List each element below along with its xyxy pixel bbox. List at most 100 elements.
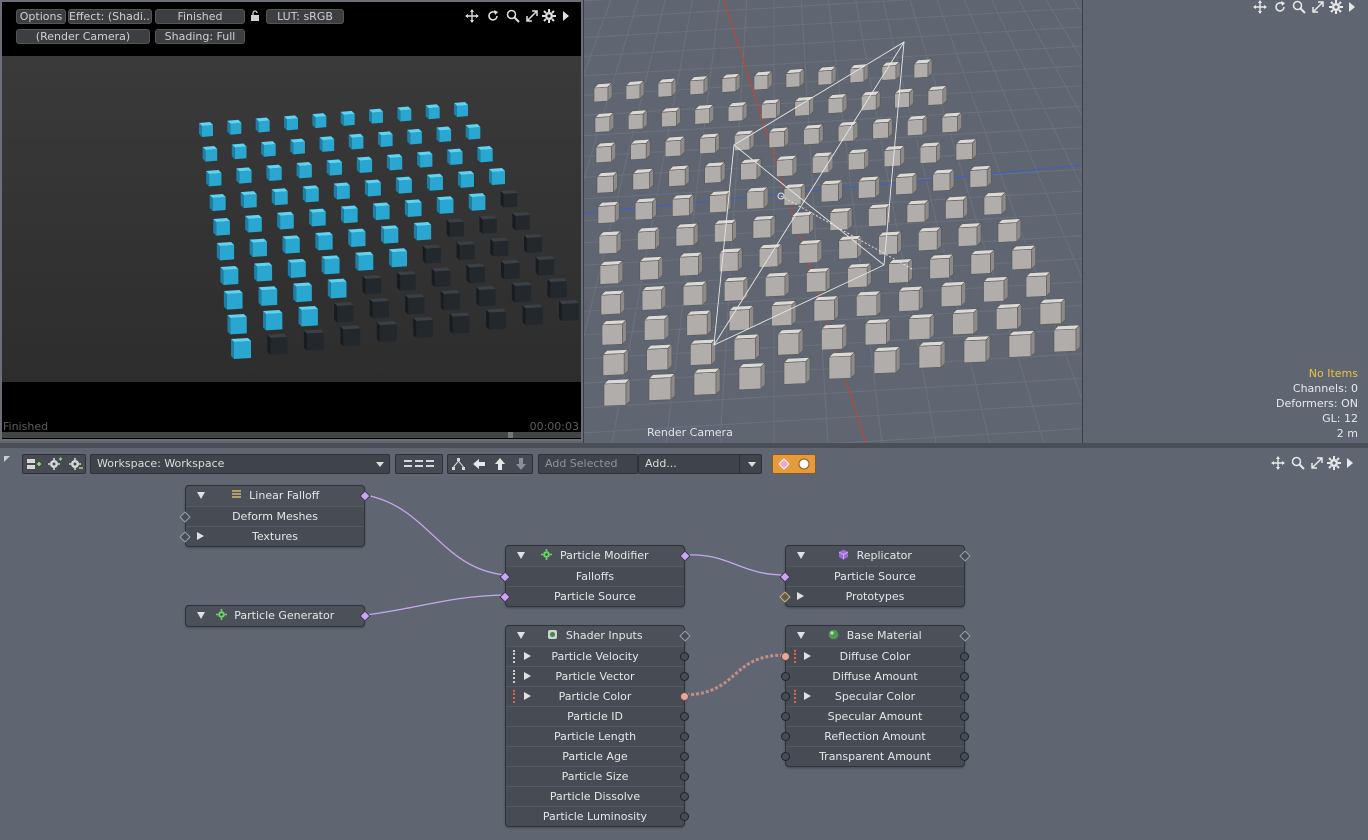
node-output-particle-color[interactable]: Particle Color — [506, 686, 689, 706]
node-input-prototypes[interactable]: Prototypes — [779, 586, 964, 606]
node-input-reflection-amount[interactable]: Reflection Amount — [781, 726, 969, 746]
shading-dropdown[interactable]: Shading: Full — [155, 29, 245, 44]
arrow-down-icon[interactable] — [512, 456, 530, 472]
play-arrow-icon[interactable] — [1345, 457, 1355, 469]
node-output-particle-luminosity[interactable]: Particle Luminosity — [506, 806, 689, 826]
color-channel-icon[interactable] — [794, 690, 796, 703]
output-port[interactable] — [960, 652, 969, 661]
output-port[interactable] — [960, 732, 969, 741]
maximize-icon[interactable] — [1311, 0, 1325, 14]
expand-icon[interactable] — [524, 692, 531, 700]
layout-grid-button[interactable] — [395, 454, 443, 474]
output-port[interactable] — [960, 712, 969, 721]
move-icon[interactable] — [465, 9, 479, 23]
node-particle-generator[interactable]: Particle Generator — [185, 605, 371, 627]
node-output-particle-length[interactable]: Particle Length — [506, 726, 689, 746]
collapse-icon[interactable] — [517, 632, 525, 639]
gear-icon[interactable] — [1329, 0, 1343, 14]
schematic-view[interactable]: Workspace: Workspace Add Selected Add...… — [0, 448, 1368, 840]
node-input-deform-meshes[interactable]: Deform Meshes — [179, 506, 364, 526]
node-output-particle-size[interactable]: Particle Size — [506, 766, 689, 786]
node-output-particle-dissolve[interactable]: Particle Dissolve — [506, 786, 689, 806]
secondary-viewport[interactable]: No Items Channels: 0 Deformers: ON GL: 1… — [1082, 0, 1368, 443]
node-input-particle-source[interactable]: Particle Source — [499, 586, 684, 606]
output-port[interactable] — [680, 712, 689, 721]
play-arrow-icon[interactable] — [1347, 1, 1357, 13]
move-icon[interactable] — [1271, 456, 1285, 470]
expand-icon[interactable] — [804, 652, 811, 660]
input-port[interactable] — [781, 712, 790, 721]
refresh-icon[interactable] — [486, 9, 500, 23]
zoom-icon[interactable] — [506, 9, 520, 23]
collapse-icon[interactable] — [797, 552, 805, 559]
output-port[interactable] — [680, 792, 689, 801]
color-channel-icon[interactable] — [794, 650, 796, 663]
node-input-diffuse-color[interactable]: Diffuse Color — [781, 646, 969, 666]
output-port[interactable] — [960, 672, 969, 681]
hierarchy-icon[interactable] — [449, 456, 467, 472]
effect-dropdown[interactable]: Effect: (Shadi... — [68, 9, 152, 24]
node-output-particle-velocity[interactable]: Particle Velocity — [506, 646, 689, 666]
output-port[interactable] — [680, 772, 689, 781]
node-output-particle-age[interactable]: Particle Age — [506, 746, 689, 766]
zoom-icon[interactable] — [1292, 0, 1306, 14]
add-node-icon[interactable] — [24, 456, 42, 472]
drag-handle-icon[interactable] — [513, 670, 515, 683]
color-channel-icon[interactable] — [513, 690, 515, 703]
render-progress-handle[interactable] — [508, 432, 513, 438]
add-selected-button[interactable]: Add Selected — [538, 454, 638, 474]
expand-icon[interactable] — [804, 692, 811, 700]
node-input-specular-color[interactable]: Specular Color — [781, 686, 969, 706]
collapse-icon[interactable] — [517, 552, 525, 559]
node-header[interactable]: Shader Inputs — [506, 626, 691, 646]
node-output-particle-vector[interactable]: Particle Vector — [506, 666, 689, 686]
node-input-particle-source[interactable]: Particle Source — [779, 566, 964, 586]
lock-icon[interactable] — [249, 10, 261, 22]
output-port[interactable] — [680, 812, 689, 821]
input-port[interactable] — [781, 732, 790, 741]
camera-dropdown[interactable]: (Render Camera) — [16, 29, 150, 44]
output-port[interactable] — [960, 752, 969, 761]
node-header[interactable]: Particle Modifier — [506, 546, 691, 566]
maximize-icon[interactable] — [1310, 456, 1324, 470]
output-port[interactable] — [680, 672, 689, 681]
workspace-dropdown[interactable]: Workspace: Workspace — [90, 454, 390, 474]
expand-icon[interactable] — [524, 652, 531, 660]
output-port[interactable] — [680, 692, 689, 701]
output-port[interactable] — [960, 692, 969, 701]
gear-add-icon[interactable] — [45, 456, 63, 472]
node-shader-inputs[interactable]: Shader Inputs Particle Velocity Particle… — [505, 625, 691, 827]
node-header[interactable]: Particle Generator — [186, 606, 371, 626]
expand-icon[interactable] — [797, 592, 804, 600]
node-replicator[interactable]: Replicator Particle Source Prototypes — [779, 545, 971, 607]
node-header[interactable]: Replicator — [786, 546, 971, 566]
input-port[interactable] — [781, 692, 790, 701]
output-port[interactable] — [680, 752, 689, 761]
arrow-up-icon[interactable] — [491, 456, 509, 472]
node-base-material[interactable]: Base Material Diffuse Color Diffuse Amou… — [781, 625, 971, 767]
node-header[interactable]: Base Material — [786, 626, 971, 646]
node-input-diffuse-amount[interactable]: Diffuse Amount — [781, 666, 969, 686]
input-port[interactable] — [781, 652, 790, 661]
play-arrow-icon[interactable] — [561, 10, 571, 22]
node-input-falloffs[interactable]: Falloffs — [499, 566, 684, 586]
node-input-specular-amount[interactable]: Specular Amount — [781, 706, 969, 726]
add-node-dropdown[interactable]: Add... — [638, 454, 762, 474]
collapse-icon[interactable] — [797, 632, 805, 639]
maximize-icon[interactable] — [525, 9, 539, 23]
gear-icon[interactable] — [1327, 456, 1341, 470]
node-input-textures[interactable]: Textures — [179, 526, 364, 546]
rotate-icon[interactable] — [1273, 0, 1287, 14]
node-input-transparent-amount[interactable]: Transparent Amount — [781, 746, 969, 766]
gear-icon[interactable] — [542, 9, 556, 23]
options-button[interactable]: Options — [16, 9, 66, 24]
input-port[interactable] — [781, 752, 790, 761]
arrow-left-icon[interactable] — [470, 456, 488, 472]
node-output-particle-id[interactable]: Particle ID — [506, 706, 689, 726]
node-linear-falloff[interactable]: Linear Falloff Deform Meshes Textures — [179, 485, 371, 547]
circle-port-icon[interactable] — [795, 456, 813, 472]
expand-icon[interactable] — [524, 672, 531, 680]
output-port[interactable] — [680, 732, 689, 741]
drag-handle-icon[interactable] — [513, 650, 515, 663]
output-port[interactable] — [680, 652, 689, 661]
